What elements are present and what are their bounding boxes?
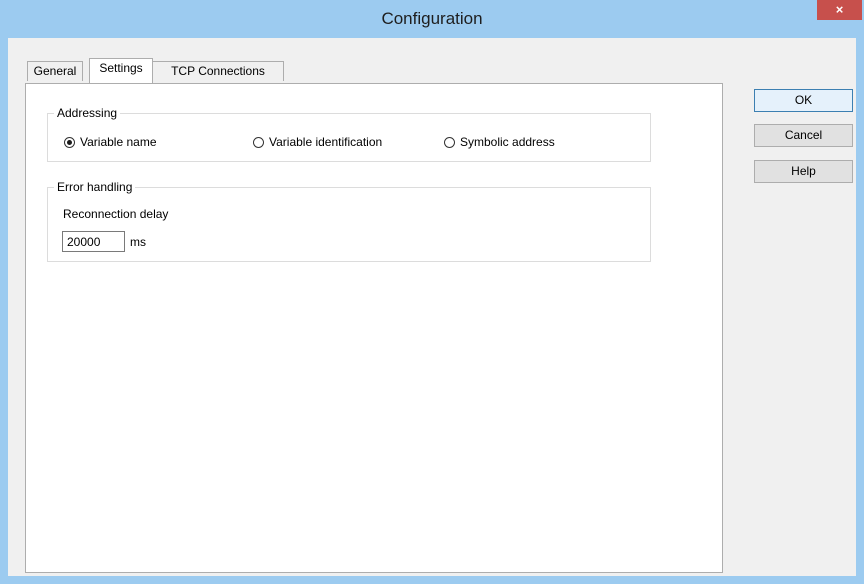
radio-unchecked-icon[interactable]: [444, 136, 455, 148]
radio-variable-identification-label[interactable]: Variable identification: [269, 135, 382, 149]
radio-variable-name-label[interactable]: Variable name: [80, 135, 157, 149]
addressing-group: Addressing Variable name Variable identi…: [47, 106, 651, 162]
radio-symbolic-address-label[interactable]: Symbolic address: [460, 135, 555, 149]
help-button[interactable]: Help: [754, 160, 853, 183]
error-handling-group-label: Error handling: [54, 180, 136, 194]
ok-button[interactable]: OK: [754, 89, 853, 112]
title-bar[interactable]: Configuration ×: [0, 0, 864, 38]
settings-tab-panel: Addressing Variable name Variable identi…: [25, 83, 723, 573]
radio-unchecked-icon[interactable]: [253, 136, 264, 148]
close-icon[interactable]: ×: [836, 2, 844, 17]
radio-variable-identification[interactable]: Variable identification: [253, 135, 382, 149]
radio-checked-icon[interactable]: [64, 136, 75, 148]
configuration-dialog: Configuration × General Settings TCP Con…: [0, 0, 864, 584]
radio-variable-name[interactable]: Variable name: [64, 135, 157, 149]
close-button[interactable]: ×: [817, 0, 862, 20]
error-handling-group: Error handling Reconnection delay ms: [47, 180, 651, 262]
tab-settings[interactable]: Settings: [89, 58, 153, 83]
radio-symbolic-address[interactable]: Symbolic address: [444, 135, 555, 149]
reconnection-delay-label: Reconnection delay: [63, 207, 169, 221]
tab-general[interactable]: General: [27, 61, 83, 81]
dialog-client-area: General Settings TCP Connections Address…: [8, 38, 856, 576]
reconnection-delay-input[interactable]: [62, 231, 125, 252]
reconnection-delay-unit: ms: [130, 235, 146, 249]
window-title: Configuration: [381, 9, 483, 28]
addressing-group-label: Addressing: [54, 106, 121, 120]
cancel-button[interactable]: Cancel: [754, 124, 853, 147]
tab-tcp-connections[interactable]: TCP Connections: [152, 61, 284, 81]
